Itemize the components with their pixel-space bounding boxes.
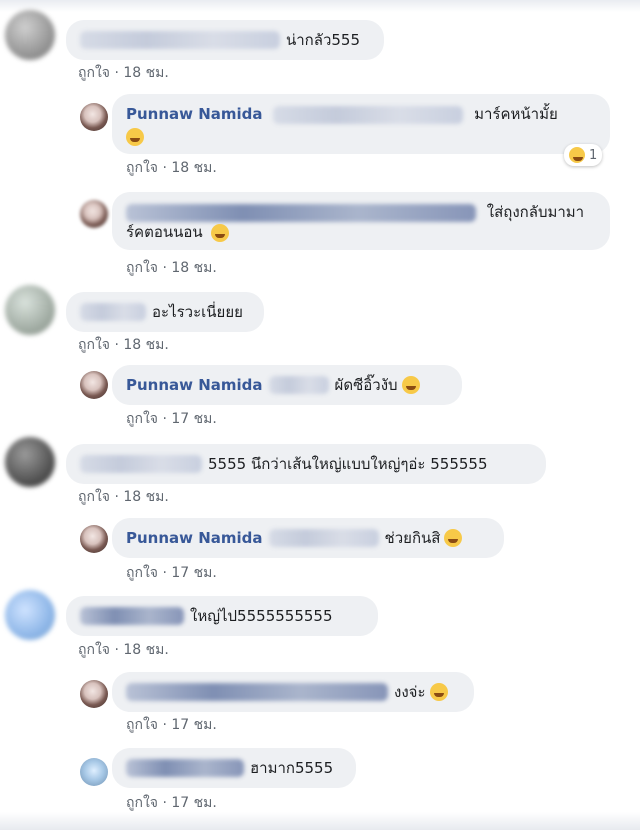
comment-meta: ถูกใจ · 17 ชม. bbox=[126, 714, 217, 736]
commenter-avatar[interactable] bbox=[80, 525, 108, 553]
comment-meta: ถูกใจ · 18 ชม. bbox=[126, 257, 217, 279]
comment-text: งงจ่ะ bbox=[394, 683, 426, 701]
commenter-avatar[interactable] bbox=[5, 437, 55, 487]
comment-bubble: ใหญ่ไป5555555555 bbox=[66, 596, 378, 636]
timestamp[interactable]: 17 ชม. bbox=[171, 717, 216, 733]
reaction-badge[interactable]: 1 bbox=[564, 144, 603, 166]
like-link[interactable]: ถูกใจ bbox=[78, 489, 110, 505]
commenter-name[interactable]: Punnaw Namida bbox=[126, 528, 263, 548]
comment-text: ฮามาก5555 bbox=[250, 759, 334, 777]
timestamp[interactable]: 18 ชม. bbox=[123, 337, 168, 353]
comment-bubble: น่ากลัว555 bbox=[66, 20, 384, 60]
rofl-emoji-icon bbox=[429, 683, 448, 701]
comment-meta: ถูกใจ · 18 ชม. bbox=[126, 157, 217, 179]
redacted-name bbox=[126, 203, 476, 222]
comment-bubble: ฮามาก5555 bbox=[112, 748, 356, 788]
like-link[interactable]: ถูกใจ bbox=[126, 717, 158, 733]
like-link[interactable]: ถูกใจ bbox=[126, 795, 158, 811]
redacted-name bbox=[80, 31, 280, 49]
comment-text: อะไรวะเนี่ยยย bbox=[152, 303, 243, 321]
comment-text-line1: ใส่ถุงกลับมามา bbox=[486, 203, 585, 221]
like-link[interactable]: ถูกใจ bbox=[126, 160, 158, 176]
commenter-avatar[interactable] bbox=[80, 103, 108, 131]
like-link[interactable]: ถูกใจ bbox=[126, 411, 158, 427]
separator: · bbox=[162, 260, 167, 276]
comment-meta: ถูกใจ · 18 ชม. bbox=[78, 334, 169, 356]
comment-text: ผัดซีอิ๊วงับ bbox=[334, 376, 398, 394]
reaction-count: 1 bbox=[589, 147, 598, 163]
separator: · bbox=[162, 411, 167, 427]
timestamp[interactable]: 17 ชม. bbox=[171, 411, 216, 427]
timestamp[interactable]: 18 ชม. bbox=[123, 65, 168, 81]
timestamp[interactable]: 18 ชม. bbox=[171, 160, 216, 176]
comment-bubble: Punnaw Namida ช่วยกินสิ bbox=[112, 518, 504, 558]
commenter-avatar[interactable] bbox=[80, 758, 108, 786]
comment-bubble: ใส่ถุงกลับมามา ร์คตอนนอน bbox=[112, 192, 610, 250]
redacted-tag bbox=[268, 376, 329, 394]
timestamp[interactable]: 17 ชม. bbox=[171, 565, 216, 581]
comment-meta: ถูกใจ · 17 ชม. bbox=[126, 408, 217, 430]
comment-meta: ถูกใจ · 17 ชม. bbox=[126, 792, 217, 814]
winking-emoji-icon bbox=[126, 128, 144, 146]
separator: · bbox=[114, 489, 119, 505]
bottom-edge bbox=[0, 812, 640, 830]
comment-meta: ถูกใจ · 18 ชม. bbox=[78, 639, 169, 661]
redacted-tag bbox=[273, 105, 464, 124]
like-link[interactable]: ถูกใจ bbox=[78, 65, 110, 81]
rofl-emoji-icon bbox=[211, 223, 230, 242]
timestamp[interactable]: 18 ชม. bbox=[123, 642, 168, 658]
separator: · bbox=[114, 642, 119, 658]
commenter-avatar[interactable] bbox=[5, 285, 55, 335]
comment-text-line2: ร์คตอนนอน bbox=[126, 223, 203, 241]
comment-meta: ถูกใจ · 17 ชม. bbox=[126, 562, 217, 584]
comment-bubble: 5555 นึกว่าเส้นใหญ่แบบใหญ่ๆอ่ะ 555555 bbox=[66, 444, 546, 484]
comment-bubble: Punnaw Namida มาร์คหน้ามั้ย bbox=[112, 94, 610, 154]
commenter-name[interactable]: Punnaw Namida bbox=[126, 105, 263, 123]
commenter-avatar[interactable] bbox=[80, 371, 108, 399]
comment-meta: ถูกใจ · 18 ชม. bbox=[78, 62, 169, 84]
comment-meta: ถูกใจ · 18 ชม. bbox=[78, 486, 169, 508]
comment-text: ใหญ่ไป5555555555 bbox=[190, 607, 333, 625]
rofl-emoji-icon bbox=[401, 376, 420, 394]
separator: · bbox=[162, 795, 167, 811]
comment-bubble: Punnaw Namida ผัดซีอิ๊วงับ bbox=[112, 365, 462, 405]
comment-bubble: อะไรวะเนี่ยยย bbox=[66, 292, 264, 332]
top-edge bbox=[0, 0, 640, 12]
separator: · bbox=[162, 160, 167, 176]
comment-text: น่ากลัว555 bbox=[286, 31, 361, 49]
comment-text: ช่วยกินสิ bbox=[384, 529, 441, 547]
redacted-name bbox=[126, 683, 388, 701]
redacted-name bbox=[80, 303, 146, 321]
commenter-avatar[interactable] bbox=[5, 590, 55, 640]
commenter-avatar[interactable] bbox=[5, 10, 55, 60]
timestamp[interactable]: 18 ชม. bbox=[123, 489, 168, 505]
redacted-name bbox=[126, 759, 244, 777]
haha-reaction-icon bbox=[569, 147, 585, 163]
separator: · bbox=[162, 717, 167, 733]
separator: · bbox=[162, 565, 167, 581]
separator: · bbox=[114, 337, 119, 353]
like-link[interactable]: ถูกใจ bbox=[78, 337, 110, 353]
like-link[interactable]: ถูกใจ bbox=[78, 642, 110, 658]
timestamp[interactable]: 17 ชม. bbox=[171, 795, 216, 811]
like-link[interactable]: ถูกใจ bbox=[126, 565, 158, 581]
timestamp[interactable]: 18 ชม. bbox=[171, 260, 216, 276]
separator: · bbox=[114, 65, 119, 81]
like-link[interactable]: ถูกใจ bbox=[126, 260, 158, 276]
comment-bubble: งงจ่ะ bbox=[112, 672, 474, 712]
redacted-name bbox=[80, 607, 184, 625]
redacted-name bbox=[80, 455, 202, 473]
commenter-name[interactable]: Punnaw Namida bbox=[126, 375, 263, 395]
commenter-avatar[interactable] bbox=[80, 200, 108, 228]
commenter-avatar[interactable] bbox=[80, 680, 108, 708]
rofl-emoji-icon bbox=[444, 529, 463, 547]
comment-text: 5555 นึกว่าเส้นใหญ่แบบใหญ่ๆอ่ะ 555555 bbox=[208, 455, 488, 473]
redacted-tag bbox=[268, 529, 379, 547]
comment-text: มาร์คหน้ามั้ย bbox=[474, 105, 558, 123]
